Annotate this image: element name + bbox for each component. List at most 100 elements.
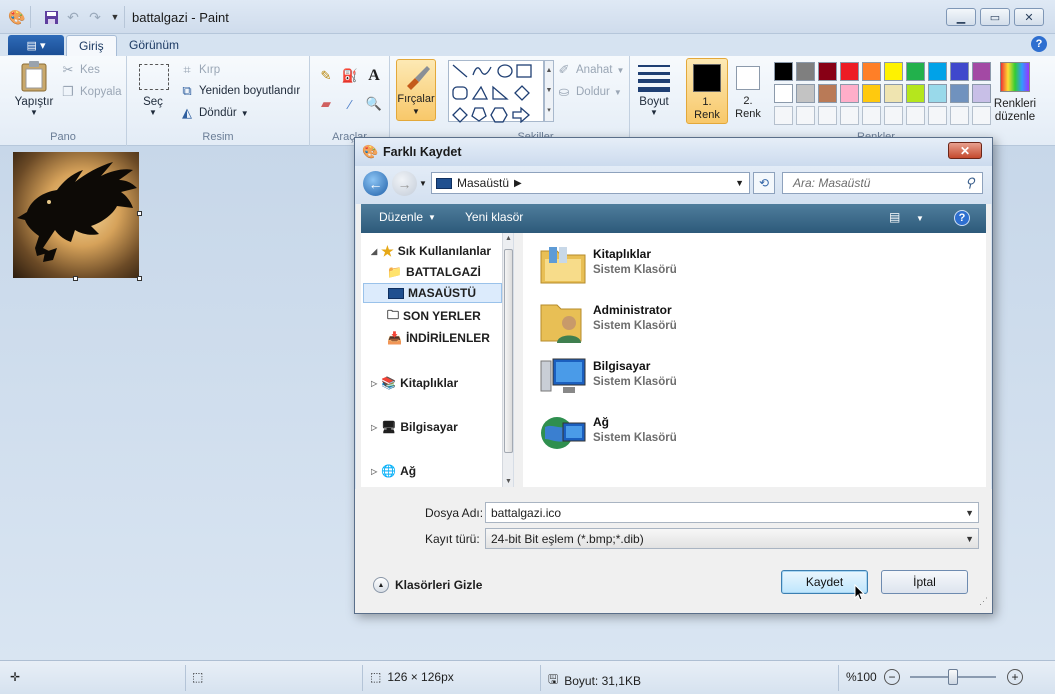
color-swatch[interactable] (818, 62, 837, 81)
fill-bucket-icon[interactable]: ⛽ (342, 68, 358, 84)
color2-label-line1[interactable]: 2. (730, 95, 766, 107)
color-swatch[interactable] (774, 62, 793, 81)
help-icon[interactable]: ? (1031, 36, 1047, 52)
address-dropdown-icon[interactable]: ▼ (735, 178, 744, 188)
color-swatch[interactable] (840, 84, 859, 103)
resize-button[interactable]: ⧉ Yeniden boyutlandır (179, 83, 300, 99)
color-swatch[interactable] (906, 84, 925, 103)
zoom-out-icon[interactable]: − (884, 669, 900, 685)
refresh-icon[interactable]: ⟲ (753, 172, 775, 194)
select-button-label[interactable]: Seç (135, 96, 171, 108)
tab-view[interactable]: Görünüm (117, 35, 191, 56)
paste-button-label[interactable]: Yapıştır (8, 96, 60, 108)
color-picker-icon[interactable]: ⁄ (342, 96, 358, 112)
nav-fav-battalgazi[interactable]: 📁 BATTALGAZİ (387, 262, 513, 282)
shapes-gallery[interactable] (448, 60, 544, 124)
color-swatch[interactable] (950, 84, 969, 103)
new-folder-button[interactable]: Yeni klasör (465, 210, 523, 224)
resize-handle-right[interactable] (137, 211, 142, 216)
color2-swatch[interactable] (736, 66, 760, 90)
color-swatch[interactable] (840, 62, 859, 81)
cancel-button[interactable]: İptal (881, 570, 968, 594)
search-icon[interactable]: ⚲ (962, 175, 978, 191)
color-swatch[interactable] (862, 62, 881, 81)
color-swatch[interactable] (906, 62, 925, 81)
rotate-button[interactable]: ◭ Döndür ▼ (179, 105, 249, 121)
hide-folders-button[interactable]: ▲ Klasörleri Gizle (373, 577, 482, 593)
custom-color-slot[interactable] (818, 106, 837, 125)
scroll-up-icon[interactable]: ▲ (503, 235, 513, 242)
size-lines-icon[interactable] (638, 64, 670, 92)
custom-color-slot[interactable] (774, 106, 793, 125)
forward-arrow-icon[interactable]: → (392, 171, 417, 196)
resize-handle-bottom[interactable] (73, 276, 78, 281)
color-swatch[interactable] (972, 62, 991, 81)
paste-icon[interactable] (20, 60, 48, 92)
paint-menu-button[interactable]: ▤ ▾ (8, 35, 64, 55)
list-item[interactable]: Kitaplıklar Sistem Klasörü (539, 241, 799, 291)
address-bar[interactable]: Masaüstü ▶ ▼ (431, 172, 750, 194)
color-swatch[interactable] (928, 84, 947, 103)
quick-access-dropdown-icon[interactable]: ▼ (106, 8, 124, 26)
edit-colors-label-line1[interactable]: Renkleri (988, 98, 1042, 110)
size-button-label[interactable]: Boyut (630, 96, 678, 108)
brushes-button[interactable]: Fırçalar ▼ (396, 59, 436, 121)
custom-color-slot[interactable] (950, 106, 969, 125)
filename-field[interactable]: battalgazi.ico ▼ (485, 502, 979, 523)
custom-color-slot[interactable] (840, 106, 859, 125)
custom-color-slot[interactable] (906, 106, 925, 125)
breadcrumb-chevron-icon[interactable]: ▶ (514, 178, 522, 189)
view-options-icon[interactable]: ▤ (889, 210, 900, 224)
paste-dropdown-icon[interactable]: ▼ (8, 108, 60, 117)
zoom-in-icon[interactable]: + (1007, 669, 1023, 685)
custom-color-slot[interactable] (862, 106, 881, 125)
close-button[interactable]: ✕ (1014, 8, 1044, 26)
maximize-button[interactable]: ▭ (980, 8, 1010, 26)
magnifier-icon[interactable]: 🔍 (366, 96, 382, 112)
color-swatch[interactable] (862, 84, 881, 103)
paint-app-icon[interactable]: 🎨 (8, 8, 26, 26)
color-swatch[interactable] (796, 62, 815, 81)
resize-handle-corner[interactable] (137, 276, 142, 281)
list-item[interactable]: Bilgisayar Sistem Klasörü (539, 353, 799, 403)
cut-button[interactable]: ✂ Kes (60, 62, 100, 78)
outline-button[interactable]: ✐ Anahat ▼ (556, 62, 625, 78)
scroll-down-icon[interactable]: ▼ (503, 478, 513, 485)
color-swatch[interactable] (928, 62, 947, 81)
color2-label-line2[interactable]: Renk (730, 108, 766, 120)
edit-colors-icon[interactable] (1000, 62, 1030, 92)
custom-color-slot[interactable] (796, 106, 815, 125)
fill-button[interactable]: ⛀ Doldur ▼ (556, 84, 622, 100)
shapes-scroll[interactable]: ▲ ▼ ▾ (544, 60, 554, 122)
zoom-slider-thumb[interactable] (948, 669, 958, 685)
nav-fav-recent[interactable]: 🗀 SON YERLER (387, 306, 513, 326)
filename-dropdown-icon[interactable]: ▼ (965, 508, 974, 518)
organize-button[interactable]: Düzenle ▼ (379, 210, 436, 224)
nav-network[interactable]: ▷ 🌐 Ağ (371, 461, 509, 481)
color-swatch[interactable] (950, 62, 969, 81)
scroll-thumb[interactable] (504, 249, 513, 453)
help-icon[interactable]: ? (954, 210, 970, 226)
nav-computer[interactable]: ▷ 🖥 Bilgisayar (371, 417, 509, 437)
nav-fav-downloads[interactable]: 📥 İNDİRİLENLER (387, 328, 502, 348)
undo-icon[interactable]: ↶ (64, 8, 82, 26)
filetype-select[interactable]: 24-bit Bit eşlem (*.bmp;*.dib) ▼ (485, 528, 979, 549)
canvas-image[interactable] (13, 152, 139, 278)
pencil-icon[interactable]: ✎ (318, 68, 334, 84)
size-dropdown-icon[interactable]: ▼ (630, 108, 678, 117)
crop-button[interactable]: ⌗ Kırp (179, 62, 220, 78)
filetype-dropdown-icon[interactable]: ▼ (965, 534, 974, 544)
text-icon[interactable]: A (366, 67, 382, 84)
minimize-button[interactable]: ▁ (946, 8, 976, 26)
color-swatch[interactable] (774, 84, 793, 103)
resize-grip-icon[interactable]: ⋰ (979, 596, 988, 607)
color-swatch[interactable] (818, 84, 837, 103)
list-item[interactable]: Administrator Sistem Klasörü (539, 297, 799, 347)
eraser-icon[interactable]: ▰ (318, 96, 334, 112)
custom-color-slot[interactable] (884, 106, 903, 125)
color-swatch[interactable] (884, 62, 903, 81)
color1-button[interactable]: 1. Renk (686, 58, 728, 124)
redo-icon[interactable]: ↷ (86, 8, 104, 26)
dialog-close-button[interactable]: ✕ (948, 142, 982, 159)
nav-libraries[interactable]: ▷ 📚 Kitaplıklar (371, 373, 509, 393)
